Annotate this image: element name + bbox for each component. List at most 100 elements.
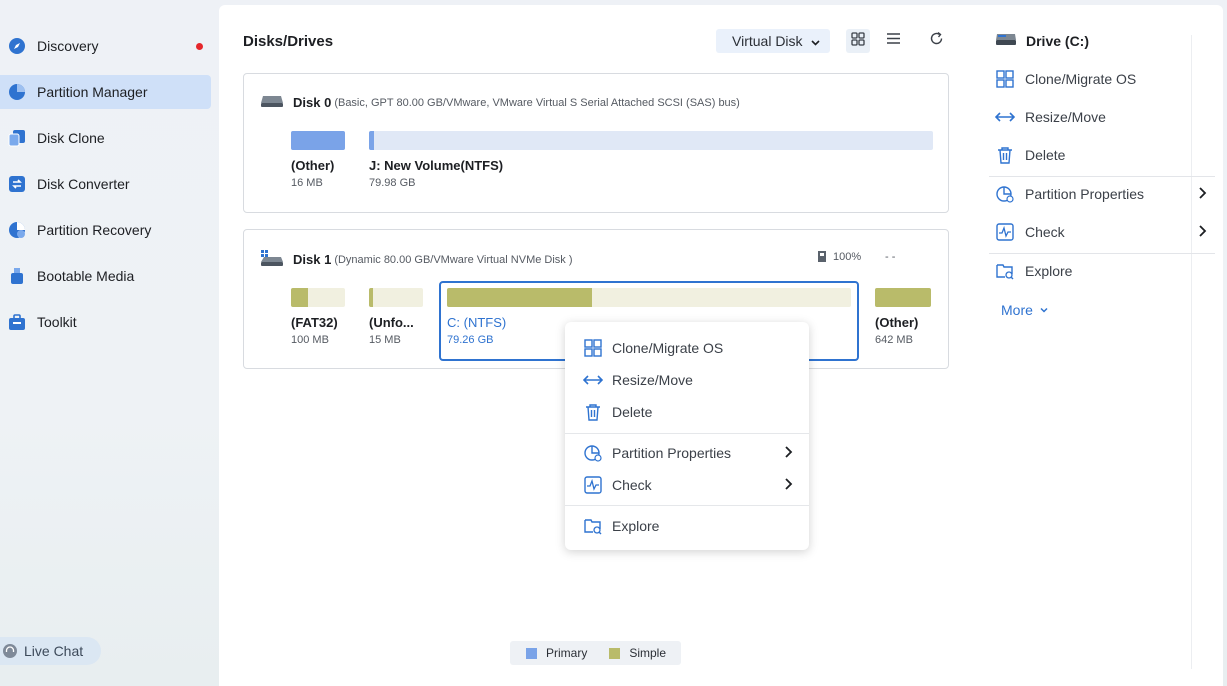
live-chat-button[interactable]: Live Chat xyxy=(0,637,101,665)
divider xyxy=(989,253,1215,254)
converter-icon xyxy=(8,175,26,193)
sidebar-item-label: Disk Clone xyxy=(37,130,105,146)
action-label: Partition Properties xyxy=(1025,186,1145,202)
view-select-value: Virtual Disk xyxy=(732,33,803,49)
partition-label: J: New Volume(NTFS) xyxy=(369,158,504,173)
usage-fill xyxy=(369,131,374,150)
sidebar-item-label: Discovery xyxy=(37,38,99,54)
compass-icon xyxy=(8,37,26,55)
sidebar-item-partition-recovery[interactable]: Partition Recovery xyxy=(0,213,211,247)
disk-info: (Basic, GPT 80.00 GB/VMware, VMware Virt… xyxy=(334,96,740,109)
disk-1-header: Disk 1 (Dynamic 80.00 GB/VMware Virtual … xyxy=(260,249,573,270)
drive-actions-panel: Drive (C:) Clone/Migrate OS Resize/Move … xyxy=(973,0,1223,686)
disk-health-icon xyxy=(816,250,828,268)
properties-icon xyxy=(583,443,603,463)
dynamic-disk-icon xyxy=(260,249,284,270)
headset-icon xyxy=(3,644,17,658)
sidebar-item-label: Disk Converter xyxy=(37,176,130,192)
explore-action[interactable]: Explore xyxy=(995,258,1217,284)
drive-title: Drive (C:) xyxy=(995,32,1089,49)
notification-dot xyxy=(196,43,203,50)
chevron-down-icon xyxy=(1039,302,1049,318)
list-view-button[interactable] xyxy=(881,29,905,53)
check-pulse-icon xyxy=(583,475,603,495)
clone-migrate-os-action[interactable]: Clone/Migrate OS xyxy=(995,66,1217,92)
resize-arrows-icon xyxy=(583,370,603,390)
recovery-icon xyxy=(8,221,26,239)
list-icon xyxy=(886,32,901,50)
virtual-disk-select[interactable]: Virtual Disk xyxy=(716,29,830,53)
disk-temperature-value: - - xyxy=(885,251,896,263)
menu-item-label: Explore xyxy=(612,518,660,534)
clone-grid-icon xyxy=(583,338,603,358)
partition-fat32[interactable]: (FAT32) 100 MB xyxy=(291,288,345,348)
sidebar-item-label: Partition Manager xyxy=(37,84,148,100)
menu-item-label: Check xyxy=(612,477,652,493)
disk-info: (Dynamic 80.00 GB/VMware Virtual NVMe Di… xyxy=(334,253,573,266)
chevron-right-icon xyxy=(783,477,793,494)
resize-move-action[interactable]: Resize/Move xyxy=(995,104,1217,130)
menu-item-label: Partition Properties xyxy=(612,445,732,461)
disk-0-card[interactable]: Disk 0 (Basic, GPT 80.00 GB/VMware, VMwa… xyxy=(243,73,949,213)
partition-size: 100 MB xyxy=(291,334,329,346)
disk-health-value: 100% xyxy=(833,251,862,263)
partition-label: (Other) xyxy=(291,158,335,173)
clone-icon xyxy=(8,129,26,147)
sidebar-item-disk-clone[interactable]: Disk Clone xyxy=(0,121,211,155)
sidebar-item-label: Bootable Media xyxy=(37,268,135,284)
ctx-clone-migrate-os[interactable]: Clone/Migrate OS xyxy=(583,336,803,360)
pie-chart-icon xyxy=(8,83,26,101)
legend-primary-label: Primary xyxy=(546,646,588,660)
partition-j-new-volume[interactable]: J: New Volume(NTFS) 79.98 GB xyxy=(369,131,933,191)
check-action[interactable]: Check xyxy=(995,219,1217,245)
partition-other[interactable]: (Other) 16 MB xyxy=(291,131,345,191)
usage-bar xyxy=(369,288,423,307)
properties-icon xyxy=(995,184,1015,204)
ctx-partition-properties[interactable]: Partition Properties xyxy=(583,441,803,465)
partition-size: 642 MB xyxy=(875,334,913,346)
usage-fill xyxy=(291,288,309,307)
chevron-right-icon xyxy=(1197,224,1207,241)
usage-fill xyxy=(875,288,931,307)
partition-properties-action[interactable]: Partition Properties xyxy=(995,181,1217,207)
more-button[interactable]: More xyxy=(1001,302,1049,318)
action-label: Resize/Move xyxy=(1025,109,1106,125)
menu-item-label: Resize/Move xyxy=(612,372,693,388)
ctx-delete[interactable]: Delete xyxy=(583,400,803,424)
partition-label: C: (NTFS) xyxy=(447,315,507,330)
legend-simple-label: Simple xyxy=(629,646,667,660)
partition-other[interactable]: (Other) 642 MB xyxy=(875,288,931,348)
divider xyxy=(989,176,1215,177)
partition-unformatted[interactable]: (Unfo... 15 MB xyxy=(369,288,423,348)
grid-icon xyxy=(851,31,865,51)
disk-name: Disk 0 xyxy=(293,95,332,110)
sidebar-item-discovery[interactable]: Discovery xyxy=(0,29,211,63)
ctx-resize-move[interactable]: Resize/Move xyxy=(583,368,803,392)
delete-action[interactable]: Delete xyxy=(995,142,1217,168)
sidebar-item-label: Partition Recovery xyxy=(37,222,152,238)
partition-size: 79.98 GB xyxy=(369,177,416,189)
disk-name: Disk 1 xyxy=(293,252,332,267)
partition-label: (FAT32) xyxy=(291,315,338,330)
partition-size: 79.26 GB xyxy=(447,334,494,346)
folder-search-icon xyxy=(995,261,1015,281)
more-label: More xyxy=(1001,302,1033,318)
chevron-right-icon xyxy=(783,445,793,462)
ctx-explore[interactable]: Explore xyxy=(583,514,803,538)
sidebar-item-label: Toolkit xyxy=(37,314,77,330)
sidebar-item-bootable-media[interactable]: Bootable Media xyxy=(0,259,211,293)
grid-view-button[interactable] xyxy=(846,29,870,53)
action-label: Clone/Migrate OS xyxy=(1025,71,1137,87)
action-label: Explore xyxy=(1025,263,1073,279)
ctx-check[interactable]: Check xyxy=(583,473,803,497)
drive-title-label: Drive (C:) xyxy=(1026,32,1090,49)
sidebar-item-disk-converter[interactable]: Disk Converter xyxy=(0,167,211,201)
sidebar-item-toolkit[interactable]: Toolkit xyxy=(0,305,211,339)
usage-bar xyxy=(369,131,933,150)
folder-search-icon xyxy=(583,516,603,536)
refresh-button[interactable] xyxy=(924,29,948,53)
partition-label: (Unfo... xyxy=(369,315,414,330)
usage-fill xyxy=(291,131,345,150)
sidebar-item-partition-manager[interactable]: Partition Manager xyxy=(0,75,211,109)
usage-fill xyxy=(369,288,374,307)
